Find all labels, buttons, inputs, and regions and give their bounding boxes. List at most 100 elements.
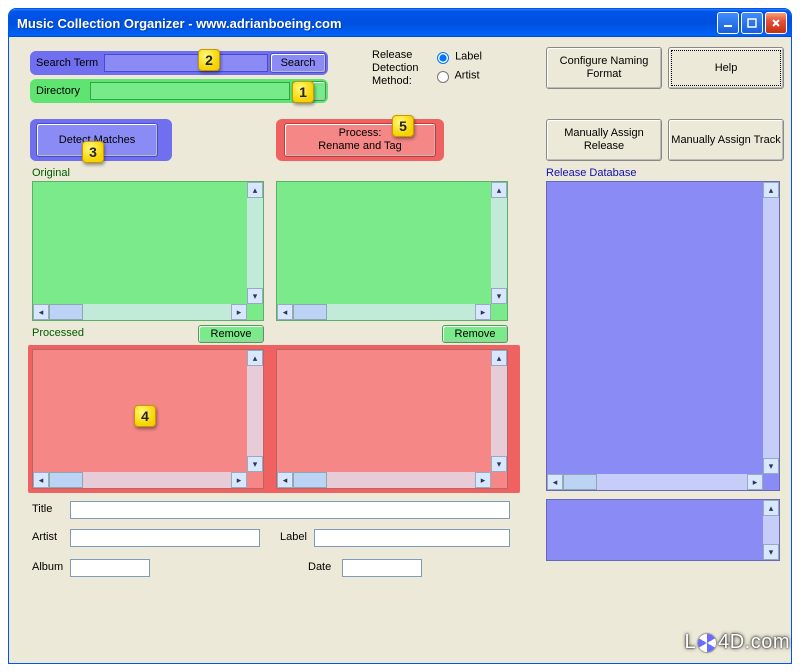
scroll-up-icon[interactable]: ▴ <box>763 182 779 198</box>
scroll-up-icon[interactable]: ▴ <box>247 350 263 366</box>
detection-option-label: Label <box>455 50 482 62</box>
scroll-track[interactable] <box>491 198 507 288</box>
help-button[interactable]: Help <box>668 47 784 89</box>
artist-input[interactable] <box>70 529 260 547</box>
scrollbar-vertical[interactable]: ▴ ▾ <box>763 182 779 474</box>
step-badge-2: 2 <box>198 49 220 71</box>
search-button[interactable]: Search <box>270 53 326 73</box>
step-badge-1: 1 <box>292 81 314 103</box>
scrollbar-vertical[interactable]: ▴ ▾ <box>247 182 263 304</box>
scroll-track[interactable] <box>597 474 747 490</box>
titlebar[interactable]: Music Collection Organizer - www.adrianb… <box>9 9 791 37</box>
release-db-detail[interactable]: ▴ ▾ <box>546 499 780 561</box>
detection-option-artist: Artist <box>454 69 479 81</box>
scroll-right-icon[interactable]: ▸ <box>231 304 247 320</box>
scroll-left-icon[interactable]: ◂ <box>33 472 49 488</box>
scroll-track[interactable] <box>763 198 779 458</box>
scroll-thumb[interactable] <box>563 474 597 490</box>
scroll-right-icon[interactable]: ▸ <box>475 472 491 488</box>
detection-radio-artist[interactable] <box>437 71 449 83</box>
label-input[interactable] <box>314 529 510 547</box>
scroll-left-icon[interactable]: ◂ <box>547 474 563 490</box>
maximize-button[interactable] <box>741 12 763 34</box>
scrollbar-horizontal[interactable]: ◂ ▸ <box>33 304 247 320</box>
scroll-left-icon[interactable]: ◂ <box>277 472 293 488</box>
directory-label: Directory <box>36 85 80 97</box>
detection-group: Release Detection Method: Label Artist <box>372 49 532 88</box>
detection-radio-label[interactable] <box>437 52 449 64</box>
scrollbar-horizontal[interactable]: ◂ ▸ <box>277 304 491 320</box>
process-wrap: Process: Rename and Tag <box>276 119 444 161</box>
scrollbar-vertical[interactable]: ▴ ▾ <box>491 350 507 472</box>
date-label: Date <box>308 561 331 573</box>
search-row: Search Term Search <box>30 51 328 75</box>
scrollbar-horizontal[interactable]: ◂ ▸ <box>547 474 763 490</box>
directory-input[interactable] <box>90 82 290 100</box>
scroll-up-icon[interactable]: ▴ <box>763 500 779 516</box>
scroll-left-icon[interactable]: ◂ <box>277 304 293 320</box>
scroll-track[interactable] <box>327 304 475 320</box>
step-badge-5: 5 <box>392 115 414 137</box>
search-label: Search Term <box>36 57 98 69</box>
scrollbar-horizontal[interactable]: ◂ ▸ <box>277 472 491 488</box>
date-input[interactable] <box>342 559 422 577</box>
scrollbar-horizontal[interactable]: ◂ ▸ <box>33 472 247 488</box>
remove-button-left[interactable]: Remove <box>198 325 264 343</box>
scroll-track[interactable] <box>763 516 779 544</box>
original-label: Original <box>32 167 70 179</box>
scroll-track[interactable] <box>83 472 231 488</box>
scroll-left-icon[interactable]: ◂ <box>33 304 49 320</box>
scroll-track[interactable] <box>83 304 231 320</box>
process-line1: Process: <box>339 127 382 140</box>
scrollbar-vertical[interactable]: ▴ ▾ <box>491 182 507 304</box>
detection-label-3: Method: <box>372 75 428 88</box>
detection-label-1: Release <box>372 49 428 62</box>
original-list-right[interactable]: ▴ ▾ ◂ ▸ <box>276 181 508 321</box>
release-db-label: Release Database <box>546 167 637 179</box>
client-area: Search Term Search Directory ... Release… <box>12 37 788 660</box>
original-list-left[interactable]: ▴ ▾ ◂ ▸ <box>32 181 264 321</box>
titlebar-buttons <box>717 12 787 34</box>
scroll-right-icon[interactable]: ▸ <box>747 474 763 490</box>
remove-button-right[interactable]: Remove <box>442 325 508 343</box>
release-db-list[interactable]: ▴ ▾ ◂ ▸ <box>546 181 780 491</box>
search-input[interactable] <box>104 54 268 72</box>
scrollbar-vertical[interactable]: ▴ ▾ <box>247 350 263 472</box>
detection-label-2: Detection <box>372 62 428 75</box>
scroll-track[interactable] <box>247 198 263 288</box>
scroll-track[interactable] <box>247 366 263 456</box>
scroll-up-icon[interactable]: ▴ <box>491 350 507 366</box>
scroll-down-icon[interactable]: ▾ <box>491 288 507 304</box>
artist-label: Artist <box>32 531 57 543</box>
scroll-thumb[interactable] <box>293 472 327 488</box>
directory-row: Directory ... <box>30 79 328 103</box>
scroll-down-icon[interactable]: ▾ <box>491 456 507 472</box>
configure-naming-button[interactable]: Configure Naming Format <box>546 47 662 89</box>
scroll-track[interactable] <box>491 366 507 456</box>
processed-label: Processed <box>32 327 84 339</box>
step-badge-4: 4 <box>134 405 156 427</box>
scroll-thumb[interactable] <box>293 304 327 320</box>
scroll-right-icon[interactable]: ▸ <box>475 304 491 320</box>
scroll-right-icon[interactable]: ▸ <box>231 472 247 488</box>
album-label: Album <box>32 561 63 573</box>
process-line2: Rename and Tag <box>318 140 402 153</box>
scroll-thumb[interactable] <box>49 304 83 320</box>
manual-track-button[interactable]: Manually Assign Track <box>668 119 784 161</box>
close-button[interactable] <box>765 12 787 34</box>
scroll-down-icon[interactable]: ▾ <box>763 544 779 560</box>
manual-release-button[interactable]: Manually Assign Release <box>546 119 662 161</box>
scroll-up-icon[interactable]: ▴ <box>247 182 263 198</box>
scroll-down-icon[interactable]: ▾ <box>247 456 263 472</box>
minimize-button[interactable] <box>717 12 739 34</box>
processed-list-right[interactable]: ▴ ▾ ◂ ▸ <box>276 349 508 489</box>
scroll-up-icon[interactable]: ▴ <box>491 182 507 198</box>
scroll-down-icon[interactable]: ▾ <box>247 288 263 304</box>
album-input[interactable] <box>70 559 150 577</box>
scroll-down-icon[interactable]: ▾ <box>763 458 779 474</box>
title-label: Title <box>32 503 52 515</box>
scrollbar-vertical[interactable]: ▴ ▾ <box>763 500 779 560</box>
title-input[interactable] <box>70 501 510 519</box>
scroll-track[interactable] <box>327 472 475 488</box>
scroll-thumb[interactable] <box>49 472 83 488</box>
